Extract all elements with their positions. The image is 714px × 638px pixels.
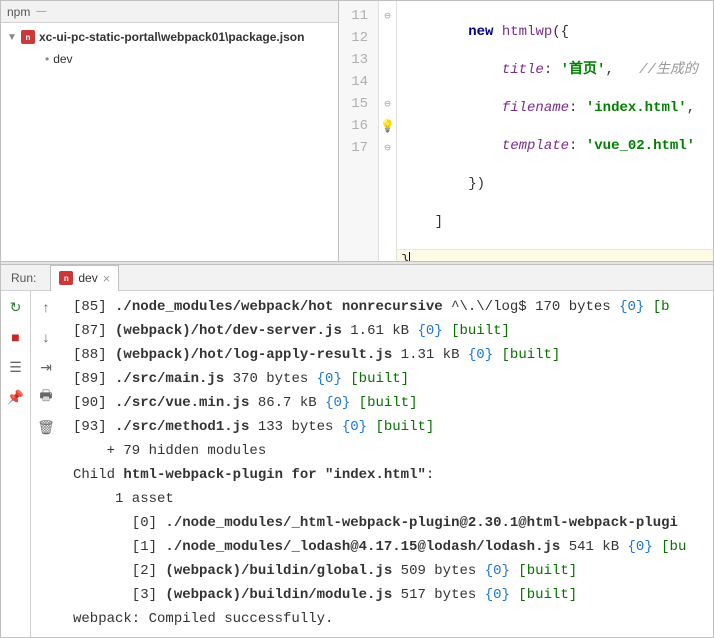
- text-caret: [409, 252, 410, 261]
- close-icon[interactable]: ×: [103, 271, 111, 286]
- line-number: 15: [339, 93, 378, 115]
- npm-panel-title: npm: [7, 5, 30, 19]
- chevron-down-icon[interactable]: ▼: [7, 32, 17, 43]
- fold-marker[interactable]: ⊖: [379, 5, 396, 27]
- run-toolbar-secondary: ↑ ↓ ⇥ 🖶 🗑: [31, 291, 61, 637]
- ident-htmlwp: htmlwp: [502, 24, 552, 40]
- kw-new: new: [468, 24, 493, 40]
- fold-column: ⊖ ⊖ 💡 ⊖: [379, 1, 397, 261]
- pin-button[interactable]: 📌: [6, 387, 26, 407]
- tree-root-label: xc-ui-pc-static-portal\webpack01\package…: [39, 30, 304, 44]
- npm-icon: n: [21, 30, 35, 44]
- fold-marker[interactable]: ⊖: [379, 93, 396, 115]
- code-editor[interactable]: 11 12 13 14 15 16 17 ⊖ ⊖ 💡 ⊖ new htmlwp(…: [339, 1, 713, 261]
- editor-gutter: 11 12 13 14 15 16 17: [339, 1, 379, 261]
- line-number: 13: [339, 49, 378, 71]
- code-area[interactable]: new htmlwp({ title: '首页', //生成的 filename…: [397, 1, 713, 261]
- line-number: 12: [339, 27, 378, 49]
- npm-sidebar: npm — ▼ n xc-ui-pc-static-portal\webpack…: [1, 1, 339, 261]
- tree-script-row[interactable]: • dev: [1, 48, 338, 70]
- bullet-icon: •: [45, 52, 49, 66]
- run-tab-dev[interactable]: n dev ×: [50, 265, 119, 291]
- run-label: Run:: [1, 271, 46, 285]
- run-toolbar-primary: ↻ ■ ☰ 📌: [1, 291, 31, 637]
- npm-scripts-tree[interactable]: ▼ n xc-ui-pc-static-portal\webpack01\pac…: [1, 23, 338, 261]
- npm-icon: n: [59, 271, 73, 285]
- run-panel: Run: n dev × ↻ ■ ☰ 📌 ↑ ↓ ⇥ 🖶 🗑 [85] ./no…: [1, 265, 713, 637]
- line-number: 14: [339, 71, 378, 93]
- tree-script-label: dev: [53, 52, 72, 66]
- trash-button[interactable]: 🗑: [36, 417, 56, 437]
- lightbulb-icon[interactable]: 💡: [380, 119, 395, 134]
- fold-marker[interactable]: ⊖: [379, 137, 396, 159]
- line-number: 11: [339, 5, 378, 27]
- up-button[interactable]: ↑: [36, 297, 56, 317]
- wrap-button[interactable]: ⇥: [36, 357, 56, 377]
- minus-icon[interactable]: —: [36, 6, 46, 17]
- line-number: 17: [339, 137, 378, 159]
- print-button[interactable]: 🖶: [36, 387, 56, 407]
- run-header: Run: n dev ×: [1, 265, 713, 291]
- rerun-button[interactable]: ↻: [6, 297, 26, 317]
- run-tab-label: dev: [78, 271, 97, 285]
- layout-button[interactable]: ☰: [6, 357, 26, 377]
- line-number: 16: [339, 115, 378, 137]
- stop-button[interactable]: ■: [6, 327, 26, 347]
- npm-panel-header: npm —: [1, 1, 338, 23]
- console-output[interactable]: [85] ./node_modules/webpack/hot nonrecur…: [61, 291, 713, 637]
- tree-root-row[interactable]: ▼ n xc-ui-pc-static-portal\webpack01\pac…: [1, 26, 338, 48]
- down-button[interactable]: ↓: [36, 327, 56, 347]
